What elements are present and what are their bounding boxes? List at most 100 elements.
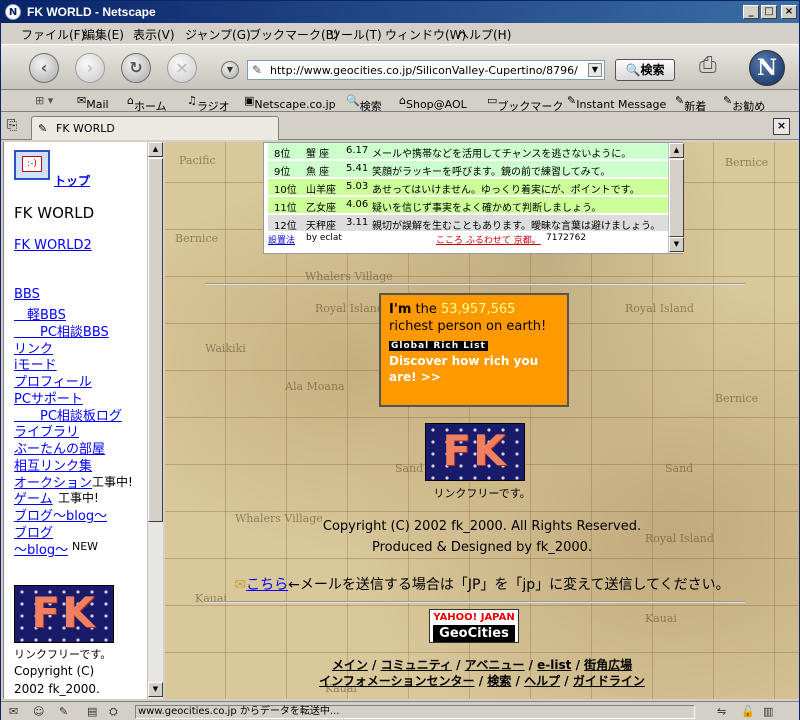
close-tab-button[interactable]: × bbox=[773, 118, 790, 135]
sidebar-copyright-1: Copyright (C) bbox=[14, 664, 95, 678]
footer-link-help[interactable]: ヘルプ bbox=[524, 674, 560, 688]
new-tab-icon[interactable]: ⎘ bbox=[7, 118, 17, 133]
horoscope-row: 12位 天秤座 3.11 親切が誤解を生むこともあります。曖昧な言葉は避けましょ… bbox=[268, 215, 668, 232]
maximize-button[interactable]: □ bbox=[761, 5, 777, 19]
scroll-thumb[interactable] bbox=[669, 159, 684, 237]
toolbar-instant-message[interactable]: ✎ Instant Message bbox=[567, 94, 666, 111]
toolbar-mail[interactable]: ✉ Mail bbox=[77, 94, 109, 111]
menu-help[interactable]: ヘルプ(H) bbox=[457, 26, 511, 43]
rich-list-discover-link[interactable]: Discover how rich you are! >> bbox=[389, 353, 559, 385]
menu-view[interactable]: 表示(V) bbox=[133, 26, 175, 43]
url-history-dropdown[interactable]: ▼ bbox=[588, 63, 602, 77]
sidebar-frame: :-) トップ FK WORLD FK WORLD2 BBS 軽BBS PC相談… bbox=[3, 142, 147, 699]
reload-button[interactable]: ↻ bbox=[121, 53, 151, 83]
horoscope-row: 9位 魚 座 5.41 笑顔がラッキーを呼びます。鏡の前で練習してみて。 bbox=[268, 161, 668, 178]
toolbar-home[interactable]: ⌂ ホーム bbox=[127, 94, 167, 113]
toolbar-shop[interactable]: ⌂ Shop@AOL bbox=[399, 94, 467, 111]
status-bar: ✉ ☺ ✎ ▤ ⛭ www.geocities.co.jp からデータを転送中.… bbox=[1, 701, 799, 720]
url-text: http://www.geocities.co.jp/SiliconValley… bbox=[270, 64, 578, 77]
toolbar-new[interactable]: ✎ 新着 bbox=[675, 94, 706, 113]
sidebar-item-blog3[interactable]: ～blog～ bbox=[14, 539, 68, 558]
menu-tools[interactable]: ツール(T) bbox=[329, 26, 382, 43]
scroll-down-button[interactable]: ▼ bbox=[669, 237, 684, 252]
footer-link-info-center[interactable]: インフォメーションセンター bbox=[319, 674, 474, 688]
footer-link-community[interactable]: コミュニティ bbox=[381, 658, 452, 672]
tab-fk-world[interactable]: ✎ FK WORLD bbox=[31, 116, 279, 140]
scroll-up-button[interactable]: ▲ bbox=[148, 142, 163, 157]
progress-icon: ▥ bbox=[763, 705, 774, 718]
stop-button[interactable]: × bbox=[167, 53, 197, 83]
main-copyright: Copyright (C) 2002 fk_2000. All Rights R… bbox=[322, 519, 642, 534]
mail-link[interactable]: こちら bbox=[246, 577, 288, 593]
search-icon: 🔍 bbox=[625, 63, 641, 77]
toolbar-radio[interactable]: ♫ ラジオ bbox=[187, 94, 230, 113]
menu-window[interactable]: ウィンドウ(W) bbox=[385, 26, 466, 43]
minimize-button[interactable]: _ bbox=[743, 5, 759, 19]
search-button[interactable]: 🔍検索 bbox=[615, 59, 675, 81]
close-button[interactable]: × bbox=[781, 5, 797, 19]
setup-link[interactable]: 設置法 bbox=[268, 233, 295, 246]
go-dropdown-button[interactable]: ▼ bbox=[221, 61, 239, 79]
fk-banner-main[interactable]: FK bbox=[425, 423, 525, 481]
footer-link-avenue[interactable]: アベニュー bbox=[465, 658, 525, 672]
toolbar-netscape[interactable]: ▣ Netscape.co.jp bbox=[244, 94, 336, 111]
menu-bookmarks[interactable]: ブックマーク(B) bbox=[249, 26, 339, 43]
menu-edit[interactable]: 編集(E) bbox=[83, 26, 124, 43]
aim-icon[interactable]: ☺ bbox=[33, 705, 44, 718]
horoscope-row: 11位 乙女座 4.06 疑いを信じず事実をよく確かめて判断しましょう。 bbox=[268, 197, 668, 214]
toolbar-search[interactable]: 🔍 検索 bbox=[346, 94, 382, 113]
personal-toolbar: ⊞ ▾ ✉ Mail ⌂ ホーム ♫ ラジオ ▣ Netscape.co.jp … bbox=[1, 90, 799, 113]
page-icon: ✎ bbox=[38, 122, 48, 135]
horoscope-row: 10位 山羊座 5.03 あせってはいけません。ゆっくり着実にが、ポイントです。 bbox=[268, 179, 668, 196]
menu-file[interactable]: ファイル(F) bbox=[21, 26, 85, 43]
netscape-logo[interactable]: N bbox=[749, 50, 785, 86]
footer-link-main[interactable]: メイン bbox=[332, 658, 368, 672]
scroll-up-button[interactable]: ▲ bbox=[669, 143, 684, 158]
horoscope-scrollbar[interactable]: ▲ ▼ bbox=[668, 143, 684, 253]
footer-link-elist[interactable]: e-list bbox=[537, 658, 571, 672]
address-book-icon[interactable]: ▤ bbox=[87, 705, 97, 718]
horoscope-widget: 8位 蟹 座 6.17 メールや携帯などを活用してチャンスを逃さないように。 9… bbox=[263, 142, 684, 254]
browser-window: N FK WORLD - Netscape _ □ × ファイル(F) 編集(E… bbox=[0, 0, 800, 720]
home-grid-icon[interactable]: ⊞ ▾ bbox=[35, 94, 53, 107]
toolbar-recommend[interactable]: ✎ お勧め bbox=[723, 94, 765, 113]
sidebar-new-badge: NEW bbox=[72, 540, 99, 553]
geocities-logo[interactable]: YAHOO! JAPAN GeoCities bbox=[429, 609, 519, 643]
footer-links-row1: メイン / コミュニティ / アベニュー / e-list / 街角広場 bbox=[331, 658, 633, 672]
sidebar-top-link[interactable]: トップ bbox=[54, 172, 90, 189]
forward-button[interactable]: › bbox=[75, 53, 105, 83]
lock-icon: 🔓 bbox=[741, 705, 755, 718]
print-icon[interactable]: ⎙ bbox=[699, 53, 727, 79]
scroll-down-button[interactable]: ▼ bbox=[148, 682, 163, 697]
title-bar: N FK WORLD - Netscape _ □ × bbox=[1, 1, 799, 23]
computer-icon[interactable]: :-) bbox=[14, 150, 50, 180]
footer-links-row2: インフォメーションセンター / 検索 / ヘルプ / ガイドライン bbox=[319, 674, 645, 688]
global-rich-list-ad[interactable]: I'm the 53,957,565 richest person on ear… bbox=[379, 293, 569, 407]
horoscope-footer: 設置法 by eclat こころ ふるわせて 京都。 7172762 bbox=[268, 231, 668, 246]
footer-link-guideline[interactable]: ガイドライン bbox=[573, 674, 645, 688]
online-status-icon[interactable]: ⇋ bbox=[717, 705, 726, 718]
sidebar-game-status: 工事中! bbox=[58, 491, 99, 505]
scroll-thumb[interactable] bbox=[148, 158, 163, 522]
mail-instructions: ✉こちら←メールを送信する場合は「JP」を「jp」に変えて送信してください。 bbox=[234, 577, 730, 593]
back-button[interactable]: ‹ bbox=[29, 53, 59, 83]
footer-link-plaza[interactable]: 街角広場 bbox=[584, 658, 632, 672]
mail-status-icon[interactable]: ✉ bbox=[9, 705, 18, 718]
window-title: FK WORLD - Netscape bbox=[27, 5, 156, 19]
sidebar-site-title: FK WORLD bbox=[14, 204, 95, 222]
sidebar-fk-world2-link[interactable]: FK WORLD2 bbox=[14, 238, 92, 253]
sidebar-scrollbar[interactable]: ▲ ▼ bbox=[147, 142, 163, 699]
footer-link-search[interactable]: 検索 bbox=[487, 674, 511, 688]
visit-counter: 7172762 bbox=[546, 233, 587, 243]
page-icon: ✎ bbox=[252, 63, 263, 77]
fk-banner-sidebar[interactable]: FK bbox=[14, 585, 114, 643]
url-field[interactable]: ✎ http://www.geocities.co.jp/SiliconVall… bbox=[247, 60, 605, 80]
main-produced-by: Produced & Designed by fk_2000. bbox=[371, 540, 593, 555]
security-icon[interactable]: ⛭ bbox=[109, 705, 118, 719]
divider bbox=[205, 283, 745, 285]
sidebar-item-bbs[interactable]: BBS bbox=[14, 287, 40, 302]
toolbar-bookmarks[interactable]: ▭ ブックマーク bbox=[487, 94, 563, 113]
menu-go[interactable]: ジャンプ(G) bbox=[185, 26, 251, 43]
composer-icon[interactable]: ✎ bbox=[59, 705, 68, 718]
kyoto-ad-link[interactable]: こころ ふるわせて 京都。 bbox=[436, 233, 541, 246]
